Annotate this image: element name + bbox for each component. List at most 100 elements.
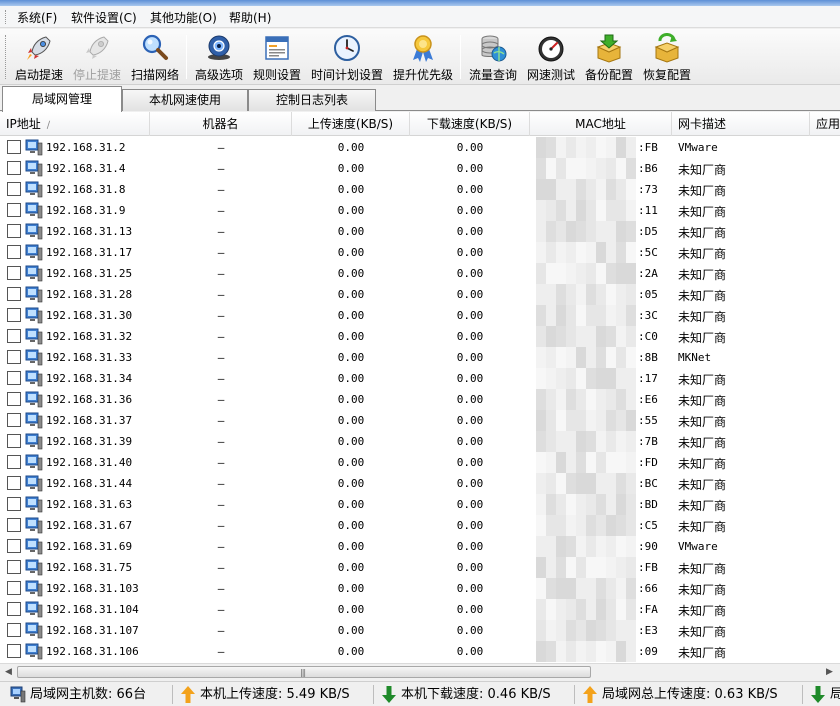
cell-upload: 0.00 xyxy=(337,498,365,511)
row-checkbox[interactable] xyxy=(7,644,21,658)
header-mac[interactable]: MAC地址 xyxy=(530,112,672,136)
cell-mac: :B6 xyxy=(638,162,658,175)
table-row[interactable]: 192.168.31.106 — 0.00 0.00:09 未知厂商 xyxy=(0,641,840,662)
menu-system[interactable]: 系统(F) xyxy=(17,9,57,26)
menu-help[interactable]: 帮助(H) xyxy=(229,9,271,26)
stop-speedup-button[interactable]: 停止提速 xyxy=(70,33,124,83)
header-download[interactable]: 下载速度(KB/S) xyxy=(410,112,530,136)
row-checkbox[interactable] xyxy=(7,224,21,238)
header-app[interactable]: 应用 xyxy=(810,112,840,136)
table-row[interactable]: 192.168.31.13 — 0.00 0.00:D5 未知厂商 xyxy=(0,221,840,242)
header-upload[interactable]: 上传速度(KB/S) xyxy=(292,112,410,136)
table-row[interactable]: 192.168.31.28 — 0.00 0.00:05 未知厂商 xyxy=(0,284,840,305)
cell-upload: 0.00 xyxy=(337,456,365,469)
row-checkbox[interactable] xyxy=(7,476,21,490)
row-checkbox[interactable] xyxy=(7,308,21,322)
row-checkbox[interactable] xyxy=(7,371,21,385)
row-checkbox[interactable] xyxy=(7,518,21,532)
header-ip[interactable]: IP地址 ∕ xyxy=(0,112,150,136)
row-checkbox[interactable] xyxy=(7,287,21,301)
cell-desc: 未知厂商 xyxy=(678,562,727,576)
table-row[interactable]: 192.168.31.34 — 0.00 0.00:17 未知厂商 xyxy=(0,368,840,389)
computer-icon xyxy=(25,454,43,471)
row-checkbox[interactable] xyxy=(7,560,21,574)
traffic-query-button[interactable]: 流量查询 xyxy=(465,33,521,83)
row-checkbox[interactable] xyxy=(7,497,21,511)
tab-control-log[interactable]: 控制日志列表 xyxy=(248,89,376,111)
table-row[interactable]: 192.168.31.17 — 0.00 0.00:5C 未知厂商 xyxy=(0,242,840,263)
advanced-options-label: 高级选项 xyxy=(194,68,243,82)
row-checkbox[interactable] xyxy=(7,434,21,448)
computer-icon xyxy=(25,601,43,618)
table-row[interactable]: 192.168.31.67 — 0.00 0.00:C5 未知厂商 xyxy=(0,515,840,536)
cell-desc: 未知厂商 xyxy=(678,289,727,303)
table-row[interactable]: 192.168.31.104 — 0.00 0.00:FA 未知厂商 xyxy=(0,599,840,620)
row-checkbox[interactable] xyxy=(7,539,21,553)
cell-ip: 192.168.31.63 xyxy=(46,498,133,511)
table-row[interactable]: 192.168.31.107 — 0.00 0.00:E3 未知厂商 xyxy=(0,620,840,641)
table-row[interactable]: 192.168.31.9 — 0.00 0.00:11 未知厂商 xyxy=(0,200,840,221)
table-row[interactable]: 192.168.31.2 — 0.00 0.00:FB VMware xyxy=(0,137,840,158)
cell-name: — xyxy=(217,330,225,343)
row-checkbox[interactable] xyxy=(7,266,21,280)
table-row[interactable]: 192.168.31.40 — 0.00 0.00:FD 未知厂商 xyxy=(0,452,840,473)
cell-ip: 192.168.31.36 xyxy=(46,393,133,406)
table-row[interactable]: 192.168.31.36 — 0.00 0.00:E6 未知厂商 xyxy=(0,389,840,410)
row-checkbox[interactable] xyxy=(7,203,21,217)
scan-network-label: 扫描网络 xyxy=(130,68,179,82)
cell-download: 0.00 xyxy=(456,288,484,301)
tab-lan-management[interactable]: 局域网管理 xyxy=(2,86,122,112)
row-checkbox[interactable] xyxy=(7,161,21,175)
schedule-settings-button[interactable]: 时间计划设置 xyxy=(308,33,386,83)
row-checkbox[interactable] xyxy=(7,413,21,427)
table-row[interactable]: 192.168.31.69 — 0.00 0.00:90 VMware xyxy=(0,536,840,557)
table-row[interactable]: 192.168.31.8 — 0.00 0.00:73 未知厂商 xyxy=(0,179,840,200)
row-checkbox[interactable] xyxy=(7,623,21,637)
advanced-options-button[interactable]: 高级选项 xyxy=(191,33,247,83)
table-row[interactable]: 192.168.31.63 — 0.00 0.00:BD 未知厂商 xyxy=(0,494,840,515)
table-row[interactable]: 192.168.31.103 — 0.00 0.00:66 未知厂商 xyxy=(0,578,840,599)
table-row[interactable]: 192.168.31.4 — 0.00 0.00:B6 未知厂商 xyxy=(0,158,840,179)
row-checkbox[interactable] xyxy=(7,392,21,406)
cell-desc: 未知厂商 xyxy=(678,268,727,282)
row-checkbox[interactable] xyxy=(7,350,21,364)
table-row[interactable]: 192.168.31.44 — 0.00 0.00:BC 未知厂商 xyxy=(0,473,840,494)
raise-priority-button[interactable]: 提升优先级 xyxy=(390,33,456,83)
row-checkbox[interactable] xyxy=(7,602,21,616)
cell-mac: :66 xyxy=(638,582,658,595)
row-checkbox[interactable] xyxy=(7,245,21,259)
table-row[interactable]: 192.168.31.25 — 0.00 0.00:2A 未知厂商 xyxy=(0,263,840,284)
horizontal-scrollbar[interactable]: ◀ ||| ▶ xyxy=(0,663,840,680)
scan-network-button[interactable]: 扫描网络 xyxy=(128,33,182,83)
table-row[interactable]: 192.168.31.30 — 0.00 0.00:3C 未知厂商 xyxy=(0,305,840,326)
rule-settings-button[interactable]: 规则设置 xyxy=(250,33,304,83)
scrollbar-thumb[interactable]: ||| xyxy=(17,666,591,678)
cell-upload: 0.00 xyxy=(337,351,365,364)
speed-test-button[interactable]: 网速测试 xyxy=(524,33,578,83)
start-speedup-button[interactable]: 启动提速 xyxy=(12,33,66,83)
row-checkbox[interactable] xyxy=(7,140,21,154)
computer-icon xyxy=(25,559,43,576)
table-row[interactable]: 192.168.31.32 — 0.00 0.00:C0 未知厂商 xyxy=(0,326,840,347)
cell-download: 0.00 xyxy=(456,624,484,637)
header-desc[interactable]: 网卡描述 xyxy=(672,112,810,136)
computer-icon xyxy=(25,328,43,345)
table-row[interactable]: 192.168.31.37 — 0.00 0.00:55 未知厂商 xyxy=(0,410,840,431)
menu-software-settings[interactable]: 软件设置(C) xyxy=(71,9,137,26)
tab-local-speed[interactable]: 本机网速使用 xyxy=(122,89,248,111)
menu-other-functions[interactable]: 其他功能(O) xyxy=(150,9,217,26)
row-checkbox[interactable] xyxy=(7,581,21,595)
table-row[interactable]: 192.168.31.33 — 0.00 0.00:8B MKNet xyxy=(0,347,840,368)
speed-test-label: 网速测试 xyxy=(526,68,575,82)
scroll-right-icon[interactable]: ▶ xyxy=(826,667,833,677)
table-row[interactable]: 192.168.31.39 — 0.00 0.00:7B 未知厂商 xyxy=(0,431,840,452)
scroll-left-icon[interactable]: ◀ xyxy=(5,667,12,677)
table-row[interactable]: 192.168.31.75 — 0.00 0.00:FB 未知厂商 xyxy=(0,557,840,578)
cell-desc: 未知厂商 xyxy=(678,646,727,660)
row-checkbox[interactable] xyxy=(7,455,21,469)
backup-config-button[interactable]: 备份配置 xyxy=(582,33,636,83)
row-checkbox[interactable] xyxy=(7,182,21,196)
restore-config-button[interactable]: 恢复配置 xyxy=(640,33,694,83)
header-name[interactable]: 机器名 xyxy=(150,112,292,136)
row-checkbox[interactable] xyxy=(7,329,21,343)
